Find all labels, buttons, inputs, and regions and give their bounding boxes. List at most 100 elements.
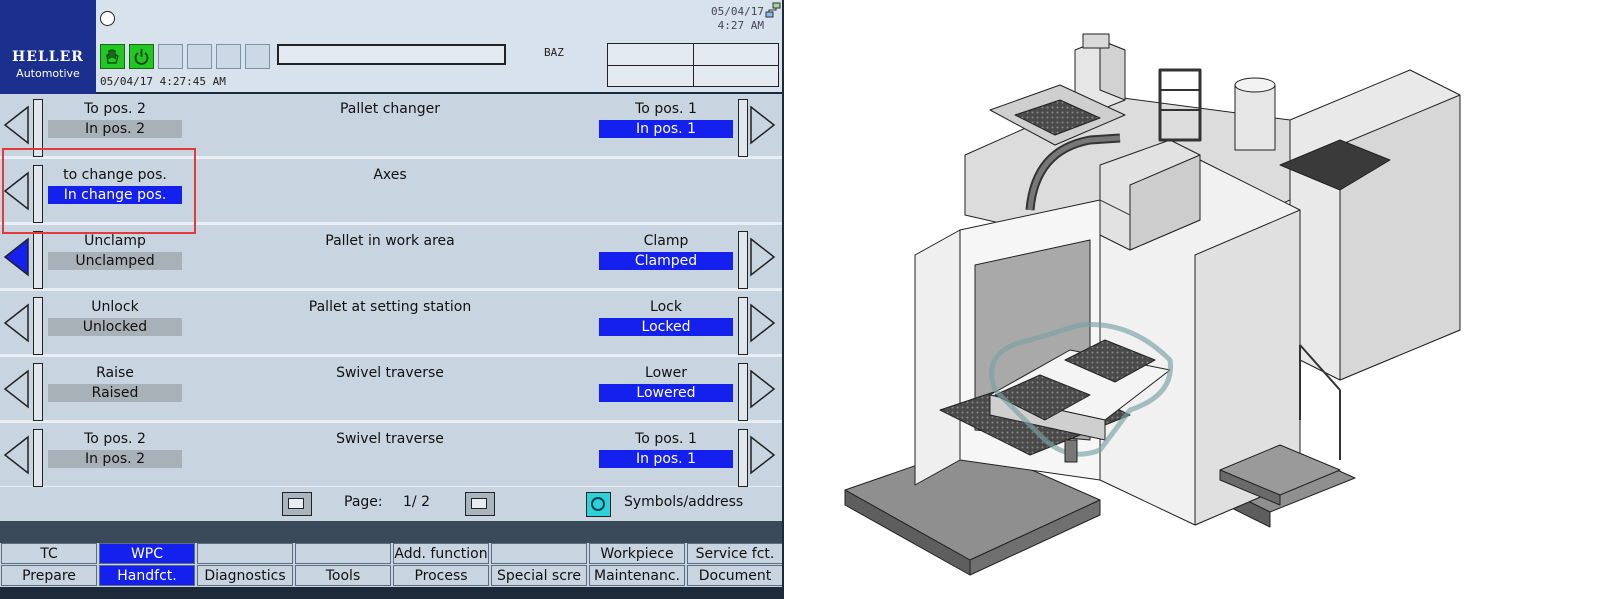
left-state-button[interactable]: In pos. 2 (48, 450, 182, 468)
function-row: Raise Raised Swivel traverse Lower Lowered (0, 360, 782, 423)
right-arrow-icon[interactable] (749, 303, 776, 343)
header-datetime: 05/04/17 4:27 AM (711, 5, 764, 33)
left-bracket (33, 297, 43, 355)
softkey-top-7[interactable]: Workpiece (589, 543, 685, 564)
operating-mode-label: BAZ (544, 46, 564, 59)
page-down-button[interactable] (465, 492, 495, 516)
row-title: Swivel traverse (336, 431, 444, 447)
right-bracket (738, 297, 748, 355)
left-command-label: to change pos. (63, 167, 167, 183)
left-command-label: Unclamp (84, 233, 146, 249)
network-icon (765, 2, 781, 18)
left-state-button[interactable]: Raised (48, 384, 182, 402)
left-state-button[interactable]: In change pos. (48, 186, 182, 204)
right-arrow-icon[interactable] (749, 435, 776, 475)
left-bracket (33, 429, 43, 487)
right-bracket (738, 363, 748, 421)
header-timestamp: 05/04/17 4:27:45 AM (100, 75, 226, 88)
left-bracket (33, 231, 43, 289)
left-command-label: Raise (96, 365, 134, 381)
right-arrow-icon[interactable] (749, 369, 776, 409)
left-state-button[interactable]: Unclamped (48, 252, 182, 270)
symbols-address-icon (591, 497, 605, 511)
header-info-grid (607, 43, 779, 87)
hand-stop-icon (106, 49, 119, 64)
left-state-button[interactable]: In pos. 2 (48, 120, 182, 138)
softkey-top-6[interactable] (491, 543, 587, 564)
logo-subtitle: Automotive (16, 67, 80, 80)
right-bracket (738, 429, 748, 487)
right-arrow-icon[interactable] (749, 105, 776, 145)
bottom-strip (0, 587, 782, 599)
left-arrow-icon[interactable] (3, 171, 30, 211)
right-state-button[interactable]: Locked (599, 318, 733, 336)
function-row: Unclamp Unclamped Pallet in work area Clamp… (0, 228, 782, 291)
page-label: Page: (344, 494, 383, 510)
left-state-button[interactable]: Unlocked (48, 318, 182, 336)
softkey-bottom-7[interactable]: Maintenanc. (589, 565, 685, 586)
right-bracket (738, 231, 748, 289)
left-arrow-icon[interactable] (3, 435, 30, 475)
hmi-panel: HELLER Automotive 05/04/17 4:27 AM BAZ 0… (0, 0, 784, 599)
softkey-bottom-2[interactable]: Handfct. (99, 565, 195, 586)
page-up-button[interactable] (282, 492, 312, 516)
right-arrow-icon[interactable] (749, 237, 776, 277)
header-date: 05/04/17 (711, 5, 764, 18)
softkey-top-8[interactable]: Service fct. (687, 543, 782, 564)
message-box (277, 44, 506, 65)
right-command-label: Clamp (643, 233, 689, 249)
heller-logo: HELLER Automotive (0, 0, 96, 94)
left-arrow-icon[interactable] (3, 369, 30, 409)
softkey-top-1[interactable]: TC (1, 543, 97, 564)
softkey-top-4[interactable] (295, 543, 391, 564)
right-command-label: To pos. 1 (635, 101, 697, 117)
softkey-top-2[interactable]: WPC (99, 543, 195, 564)
row-title: Pallet in work area (325, 233, 455, 249)
status-slot-4 (245, 44, 270, 69)
softkey-top-3[interactable] (197, 543, 293, 564)
left-bracket (33, 363, 43, 421)
softkey-separator (0, 521, 782, 543)
softkey-bottom-4[interactable]: Tools (295, 565, 391, 586)
softkey-bottom-6[interactable]: Special scre (491, 565, 587, 586)
row-title: Swivel traverse (336, 365, 444, 381)
right-state-button[interactable]: In pos. 1 (599, 450, 733, 468)
row-title: Axes (373, 167, 407, 183)
symbols-address-label: Symbols/address (624, 494, 744, 510)
page-up-icon (288, 498, 304, 509)
page-down-icon (471, 498, 487, 509)
status-slot-3 (216, 44, 241, 69)
header-time: 4:27 AM (717, 19, 764, 32)
left-arrow-icon[interactable] (3, 303, 30, 343)
symbols-address-button[interactable] (586, 492, 611, 517)
right-command-label: To pos. 1 (635, 431, 697, 447)
power-icon (134, 49, 149, 65)
softkey-bottom-5[interactable]: Process (393, 565, 489, 586)
softkey-bottom-8[interactable]: Document (687, 565, 782, 586)
softkey-bottom-1[interactable]: Prepare (1, 565, 97, 586)
row-title: Pallet changer (339, 101, 440, 117)
right-state-button[interactable]: Clamped (599, 252, 733, 270)
left-command-label: Unlock (91, 299, 139, 315)
softkey-bottom-3[interactable]: Diagnostics (197, 565, 293, 586)
softkey-top-5[interactable]: Add. function (393, 543, 489, 564)
page-number: 1/ 2 (403, 494, 430, 510)
machine-illustration (800, 0, 1600, 599)
left-arrow-icon[interactable] (3, 105, 30, 145)
machine-drawing (844, 33, 1461, 576)
right-command-label: Lock (650, 299, 682, 315)
right-state-button[interactable]: Lowered (599, 384, 733, 402)
left-bracket (33, 165, 43, 223)
row-title: Pallet at setting station (308, 299, 472, 315)
status-slot-2 (187, 44, 212, 69)
left-command-label: To pos. 2 (84, 431, 146, 447)
left-arrow-icon[interactable] (3, 237, 30, 277)
left-bracket (33, 99, 43, 157)
function-row: to change pos. In change pos. Axes (0, 162, 782, 225)
right-state-button[interactable]: In pos. 1 (599, 120, 733, 138)
hand-stop-button[interactable] (100, 44, 125, 69)
left-command-label: To pos. 2 (84, 101, 146, 117)
logo-brand: HELLER (12, 49, 84, 65)
function-row: Unlock Unlocked Pallet at setting station L… (0, 294, 782, 357)
power-button[interactable] (129, 44, 154, 69)
